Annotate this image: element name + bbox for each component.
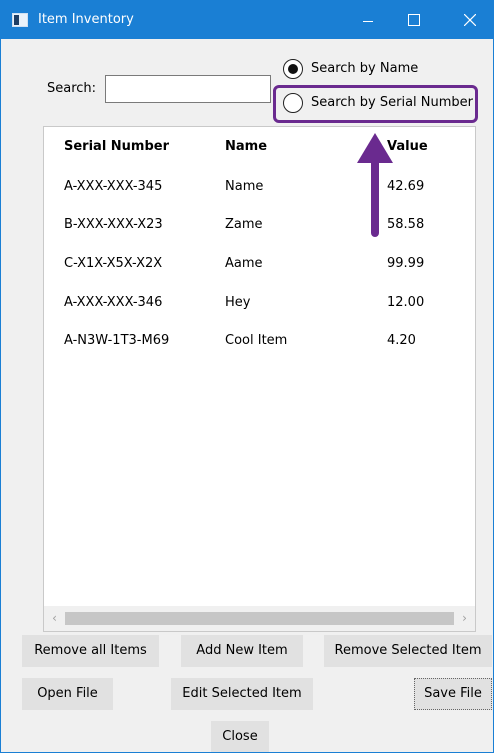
minimize-button[interactable] xyxy=(345,1,391,39)
cell-serial: A-XXX-XXX-346 xyxy=(64,295,163,310)
cell-name: Cool Item xyxy=(225,333,288,348)
annotation-highlight-box xyxy=(273,85,478,123)
chevron-left-icon[interactable]: ‹ xyxy=(46,606,63,631)
cell-value: 99.99 xyxy=(387,256,425,271)
window-title: Item Inventory xyxy=(38,12,134,27)
radio-circle[interactable] xyxy=(283,59,303,79)
cell-serial: C-X1X-X5X-X2X xyxy=(64,256,163,271)
app-window: Item Inventory Search: Search by Name Se… xyxy=(0,0,494,753)
title-bar[interactable]: Item Inventory xyxy=(1,1,493,39)
remove-selected-item-button[interactable]: Remove Selected Item xyxy=(324,635,492,667)
cell-serial: A-N3W-1T3-M69 xyxy=(64,333,170,348)
maximize-button[interactable] xyxy=(391,1,437,39)
table-row[interactable]: A-N3W-1T3-M69 Cool Item 4.20 xyxy=(44,331,475,363)
edit-selected-item-button[interactable]: Edit Selected Item xyxy=(171,678,313,710)
cell-serial: A-XXX-XXX-345 xyxy=(64,179,163,194)
table-row[interactable]: C-X1X-X5X-X2X Aame 99.99 xyxy=(44,254,475,286)
cell-name: Name xyxy=(225,179,264,194)
cell-name: Aame xyxy=(225,256,263,271)
search-label: Search: xyxy=(47,81,97,96)
chevron-right-icon[interactable]: › xyxy=(456,606,473,631)
add-new-item-button[interactable]: Add New Item xyxy=(181,635,303,667)
radio-search-by-name[interactable]: Search by Name xyxy=(283,59,463,81)
search-input[interactable] xyxy=(105,75,271,103)
column-header-name[interactable]: Name xyxy=(225,139,267,154)
radio-label-name: Search by Name xyxy=(311,61,419,76)
close-icon xyxy=(464,14,476,26)
annotation-arrow-up-icon xyxy=(357,133,393,237)
cell-value: 4.20 xyxy=(387,333,416,348)
cell-serial: B-XXX-XXX-X23 xyxy=(64,217,163,232)
cell-name: Zame xyxy=(225,217,263,232)
close-window-button[interactable] xyxy=(447,1,493,39)
radio-selected-dot xyxy=(288,64,298,74)
open-file-button[interactable]: Open File xyxy=(22,678,113,710)
cell-name: Hey xyxy=(225,295,251,310)
app-icon xyxy=(12,13,28,27)
horizontal-scrollbar[interactable]: ‹ › xyxy=(44,606,475,631)
cell-value: 12.00 xyxy=(387,295,425,310)
column-header-serial[interactable]: Serial Number xyxy=(64,139,169,154)
table-row[interactable]: A-XXX-XXX-346 Hey 12.00 xyxy=(44,293,475,325)
scrollbar-thumb[interactable] xyxy=(65,612,454,625)
item-table[interactable]: Serial Number Name Value A-XXX-XXX-345 N… xyxy=(43,126,476,632)
close-button[interactable]: Close xyxy=(211,721,269,752)
remove-all-items-button[interactable]: Remove all Items xyxy=(22,635,159,667)
save-file-button[interactable]: Save File xyxy=(414,678,492,710)
